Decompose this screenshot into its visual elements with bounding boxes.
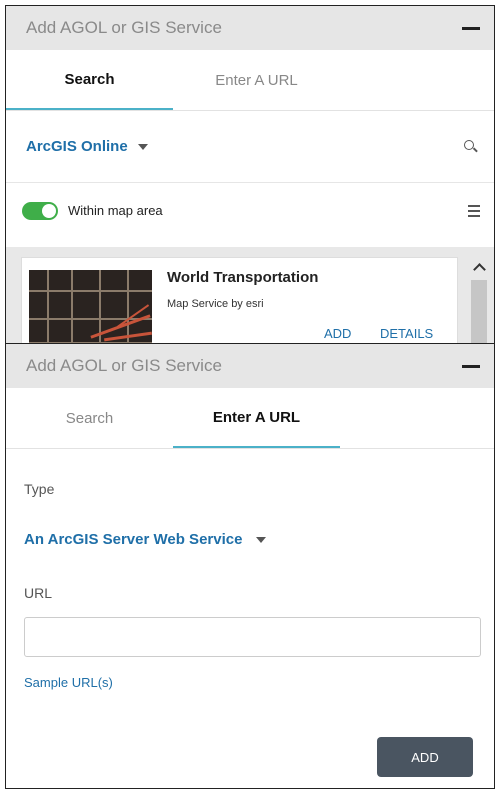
panel-titlebar: Add AGOL or GIS Service: [6, 344, 494, 388]
result-subtitle: Map Service by esri: [167, 298, 264, 310]
scroll-up-icon[interactable]: [473, 261, 485, 273]
service-type-value: An ArcGIS Server Web Service: [24, 531, 243, 548]
add-button[interactable]: ADD: [377, 737, 473, 777]
sample-urls-link[interactable]: Sample URL(s): [24, 675, 113, 690]
panel-title: Add AGOL or GIS Service: [26, 356, 222, 375]
results-scrollbar[interactable]: [469, 255, 489, 344]
caret-down-icon: [137, 143, 148, 150]
map-thumbnail: [29, 270, 152, 344]
results-list: World Transportation Map Service by esri…: [6, 247, 494, 344]
caret-down-icon: [256, 536, 267, 543]
tab-search[interactable]: Search: [6, 50, 173, 110]
service-type-dropdown[interactable]: An ArcGIS Server Web Service: [24, 531, 267, 548]
type-label: Type: [24, 481, 55, 497]
source-dropdown-label: ArcGIS Online: [26, 138, 128, 155]
add-service-panel-url: Add AGOL or GIS Service Search Enter A U…: [5, 343, 495, 789]
result-details-link[interactable]: DETAILS: [380, 326, 433, 341]
source-row: ArcGIS Online: [6, 111, 494, 183]
tab-enter-url[interactable]: Enter A URL: [173, 388, 340, 448]
minimize-icon[interactable]: [462, 26, 480, 30]
add-service-panel-search: Add AGOL or GIS Service Search Enter A U…: [5, 5, 495, 345]
within-map-area-label: Within map area: [68, 203, 163, 218]
within-map-area-toggle[interactable]: [22, 201, 58, 220]
url-label: URL: [24, 585, 53, 601]
panel-title: Add AGOL or GIS Service: [26, 18, 222, 37]
panel-titlebar: Add AGOL or GIS Service: [6, 6, 494, 50]
tab-bar: Search Enter A URL: [6, 50, 494, 111]
url-input[interactable]: [24, 617, 481, 657]
search-icon[interactable]: [464, 139, 478, 154]
source-dropdown[interactable]: ArcGIS Online: [26, 138, 464, 155]
tab-enter-url[interactable]: Enter A URL: [173, 50, 340, 110]
tab-bar: Search Enter A URL: [6, 388, 494, 449]
minimize-icon[interactable]: [462, 364, 480, 368]
scroll-thumb[interactable]: [471, 280, 487, 344]
filter-row: Within map area: [6, 183, 494, 238]
result-add-link[interactable]: ADD: [324, 326, 351, 341]
hamburger-menu-icon[interactable]: [468, 204, 480, 217]
result-title: World Transportation: [167, 269, 319, 286]
tab-search[interactable]: Search: [6, 388, 173, 448]
result-card: World Transportation Map Service by esri…: [21, 257, 458, 344]
